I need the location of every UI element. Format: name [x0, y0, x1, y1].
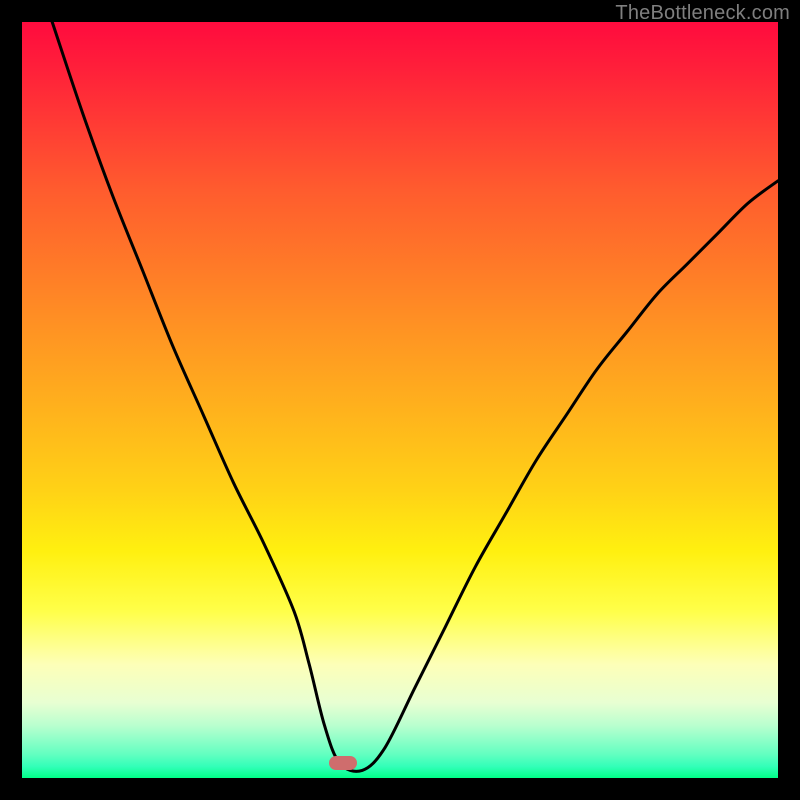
optimal-marker: [329, 756, 357, 770]
chart-frame: TheBottleneck.com: [0, 0, 800, 800]
plot-area: [22, 22, 778, 778]
curve-svg: [22, 22, 778, 778]
bottleneck-curve-path: [52, 22, 778, 771]
